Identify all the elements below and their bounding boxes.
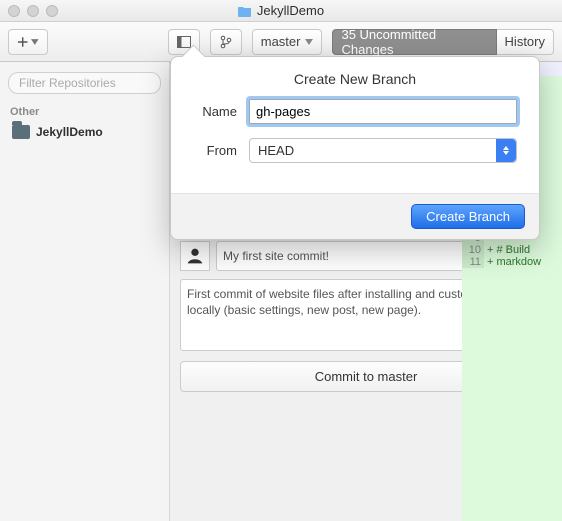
plus-icon <box>17 36 28 48</box>
select-caret-icon <box>496 139 516 162</box>
create-branch-popover: Create New Branch Name From HEAD Create … <box>170 56 540 240</box>
repo-name: JekyllDemo <box>36 125 103 139</box>
sidebar: Filter Repositories Other JekyllDemo <box>0 62 170 521</box>
window-title: JekyllDemo <box>257 3 324 18</box>
repo-icon <box>12 125 30 139</box>
sidebar-section: Other <box>10 106 161 118</box>
diff-line: 10+ # Build <box>462 244 562 256</box>
filter-repositories-input[interactable]: Filter Repositories <box>8 72 161 94</box>
panel-icon <box>177 36 191 48</box>
zoom-window-icon[interactable] <box>46 5 58 17</box>
minimize-window-icon[interactable] <box>27 5 39 17</box>
popover-title: Create New Branch <box>171 57 539 99</box>
branch-icon <box>220 35 232 49</box>
close-window-icon[interactable] <box>8 5 20 17</box>
branch-name-input[interactable] <box>249 99 517 124</box>
tab-history[interactable]: History <box>497 29 554 55</box>
folder-icon <box>238 5 252 17</box>
tab-changes[interactable]: 35 Uncommitted Changes <box>332 29 496 55</box>
chevron-down-icon <box>31 39 39 45</box>
titlebar: JekyllDemo <box>0 0 562 22</box>
window-controls <box>8 5 58 17</box>
chevron-down-icon <box>305 39 313 45</box>
from-select[interactable]: HEAD <box>249 138 517 163</box>
name-label: Name <box>193 104 237 119</box>
diff-line: 11+ markdow <box>462 256 562 268</box>
create-branch-button[interactable] <box>210 29 242 55</box>
avatar <box>180 241 210 271</box>
sidebar-repo-item[interactable]: JekyllDemo <box>8 122 161 142</box>
add-button[interactable] <box>8 29 48 55</box>
view-switcher: 35 Uncommitted Changes History <box>332 29 554 55</box>
from-label: From <box>193 143 237 158</box>
create-branch-submit[interactable]: Create Branch <box>411 204 525 229</box>
branch-selector[interactable]: master <box>252 29 323 55</box>
current-branch: master <box>261 34 301 49</box>
